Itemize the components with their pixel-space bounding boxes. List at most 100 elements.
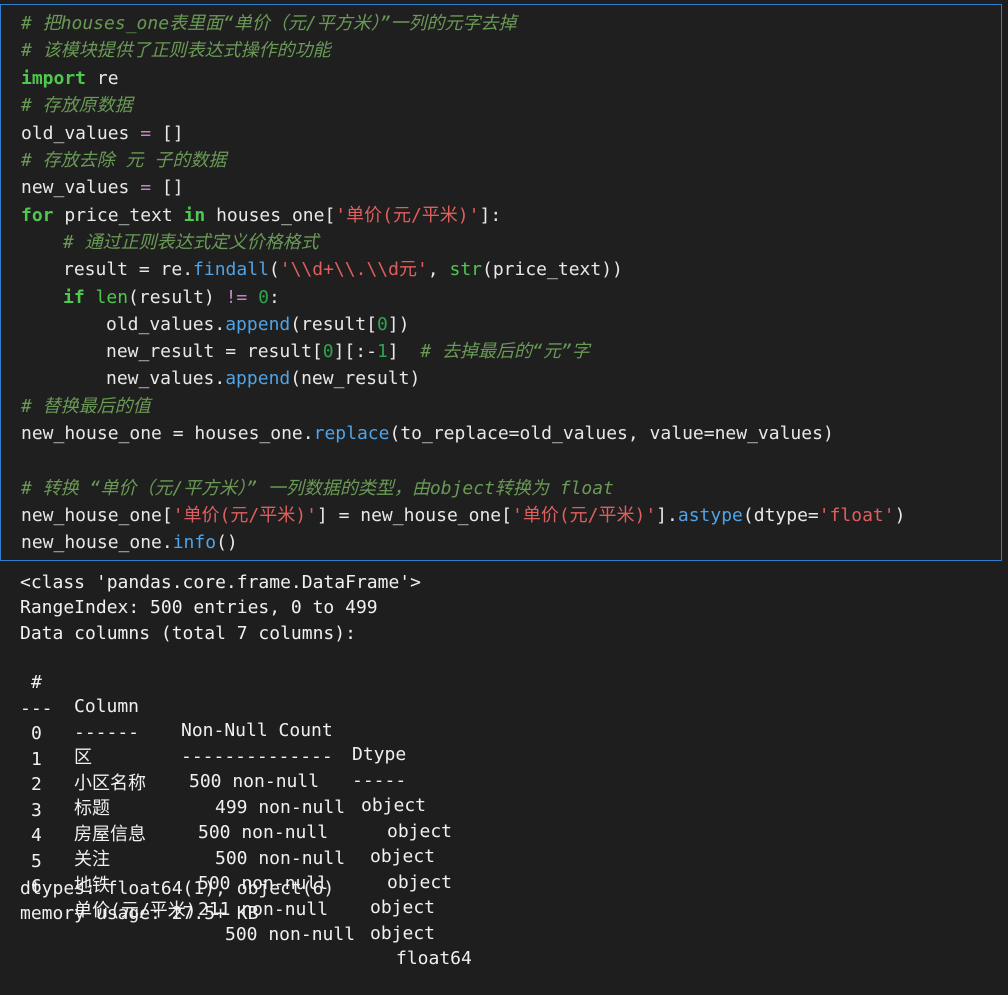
- comment-text: # 去掉最后的“元”字: [420, 341, 590, 362]
- for-line: for price_text in houses_one['单价(元/平米)']…: [21, 204, 501, 228]
- function-name: append: [225, 368, 291, 389]
- string-literal: '单价(元/平米)': [172, 505, 317, 526]
- table-row: 0 区 500 non-null object: [20, 698, 480, 816]
- code-line: old_values = []: [21, 122, 184, 146]
- table-row: 6 单价(元/平米) 500 non-null float64: [20, 851, 480, 969]
- code-text: new_house_one.: [21, 532, 173, 553]
- number-literal: 0: [322, 341, 334, 362]
- table-row: 2 标题 500 non-null object: [20, 749, 480, 867]
- code-text: (to_replace=old_values, value=new_values…: [389, 423, 834, 444]
- code-text: (price_text)): [482, 259, 623, 280]
- code-text: ]: [387, 341, 421, 362]
- comment-line: # 存放原数据: [21, 94, 133, 118]
- function-name: append: [225, 314, 291, 335]
- function-name: info: [172, 532, 217, 553]
- comment-text: # 该模块提供了正则表达式操作的功能: [21, 40, 331, 61]
- code-line: result = re.findall('\\d+\\.\\d元', str(p…: [63, 258, 623, 282]
- code-text: (result): [128, 287, 226, 308]
- code-text: ].: [656, 505, 678, 526]
- code-text: []: [161, 123, 184, 144]
- code-cell[interactable]: # 把houses_one表里面“单价（元/平方米）”一列的元字去掉 # 该模块…: [0, 4, 1002, 561]
- operator: =: [129, 177, 162, 198]
- function-name: astype: [677, 505, 743, 526]
- code-text: ][:-: [333, 341, 377, 362]
- table-row: 4 关注 500 non-null object: [20, 800, 480, 918]
- keyword: for: [21, 205, 54, 226]
- output-class-line: <class 'pandas.core.frame.DataFrame'>: [20, 572, 421, 593]
- comment-line: # 存放去除 元 子的数据: [21, 149, 226, 173]
- function-name: replace: [313, 423, 390, 444]
- code-text: :: [268, 287, 280, 308]
- number-literal: 0: [258, 287, 269, 308]
- code-line: new_house_one = houses_one.replace(to_re…: [21, 422, 834, 446]
- operator: =: [129, 123, 162, 144]
- table-row: 1 小区名称 499 non-null object: [20, 724, 480, 842]
- code-text: new_values: [21, 177, 130, 198]
- output-range-index: RangeIndex: 500 entries, 0 to 499: [20, 597, 378, 618]
- code-text: houses_one[: [205, 205, 336, 226]
- comment-line: # 通过正则表达式定义价格格式: [63, 231, 319, 255]
- code-text: old_values: [21, 123, 130, 144]
- code-text: (dtype=: [742, 505, 819, 526]
- code-line: old_values.append(result[0]): [106, 313, 409, 337]
- code-line: new_values.append(new_result): [106, 367, 420, 391]
- code-text: ]:: [479, 205, 502, 226]
- code-text: price_text: [53, 205, 184, 226]
- keyword: import: [21, 68, 87, 89]
- function-name: findall: [193, 259, 269, 280]
- code-line: new_values = []: [21, 176, 184, 200]
- code-text: ]): [387, 314, 410, 335]
- if-line: if len(result) != 0:: [63, 286, 280, 310]
- code-text: new_result = result[: [106, 341, 323, 362]
- code-text: []: [161, 177, 184, 198]
- string-literal: '\\d+\\.\\d元': [279, 259, 428, 280]
- comment-text: # 存放原数据: [21, 95, 133, 116]
- code-text: ): [894, 505, 906, 526]
- row-dtype: object: [370, 923, 436, 944]
- number-literal: 0: [376, 314, 388, 335]
- output-memory-usage: memory usage: 27.5+ KB: [20, 903, 259, 924]
- number-literal: 1: [376, 341, 388, 362]
- table-row: 5 地铁 211 non-null object: [20, 826, 480, 944]
- code-text: old_values.: [106, 314, 226, 335]
- comment-line: # 替换最后的值: [21, 395, 151, 419]
- row-dtype: object: [370, 897, 436, 918]
- code-text: (: [268, 259, 280, 280]
- import-line: import re: [21, 67, 119, 91]
- code-text: ] = new_house_one[: [316, 505, 512, 526]
- string-literal: '单价(元/平米)': [511, 505, 657, 526]
- code-text: new_house_one[: [21, 505, 173, 526]
- keyword: in: [183, 205, 206, 226]
- builtin-name: str: [449, 259, 482, 280]
- builtin-name: len: [95, 287, 129, 308]
- output-dtypes: dtypes: float64(1), object(6): [20, 878, 335, 899]
- comment-text: # 存放去除 元 子的数据: [21, 150, 227, 171]
- output-table-separator: --- ------ -------------- -----: [20, 673, 480, 791]
- code-text: new_values.: [106, 368, 226, 389]
- comment-text: # 把houses_one表里面“单价（元/平方米）”一列的元字去掉: [21, 13, 517, 34]
- output-table-header: # Column Non-Null Count Dtype: [20, 647, 480, 765]
- row-non-null-count: 500 non-null: [225, 924, 356, 945]
- comment-text: # 通过正则表达式定义价格格式: [63, 232, 319, 253]
- operator: !=: [225, 287, 248, 308]
- comment-line: # 该模块提供了正则表达式操作的功能: [21, 39, 331, 63]
- keyword: if: [63, 287, 85, 308]
- code-text: (new_result): [290, 368, 421, 389]
- code-text: re: [86, 68, 119, 89]
- output-data-columns: Data columns (total 7 columns):: [20, 623, 356, 644]
- code-line: new_house_one['单价(元/平米)'] = new_house_on…: [21, 504, 905, 528]
- code-text: (): [216, 532, 238, 553]
- row-dtype: float64: [396, 948, 472, 969]
- comment-line: # 把houses_one表里面“单价（元/平方米）”一列的元字去掉: [21, 12, 517, 36]
- code-text: (result[: [290, 314, 377, 335]
- code-line: new_result = result[0][:-1] # 去掉最后的“元”字: [106, 340, 590, 364]
- string-literal: '单价(元/平米)': [335, 205, 480, 226]
- comment-line: # 转换 “单价（元/平方米）” 一列数据的类型，由object转换为 floa…: [21, 477, 614, 501]
- code-text: new_house_one = houses_one.: [21, 423, 314, 444]
- comment-text: # 转换 “单价（元/平方米）” 一列数据的类型，由object转换为 floa…: [21, 478, 614, 499]
- code-line: new_house_one.info(): [21, 531, 238, 555]
- code-text: result = re.: [63, 259, 194, 280]
- code-text: ,: [427, 259, 450, 280]
